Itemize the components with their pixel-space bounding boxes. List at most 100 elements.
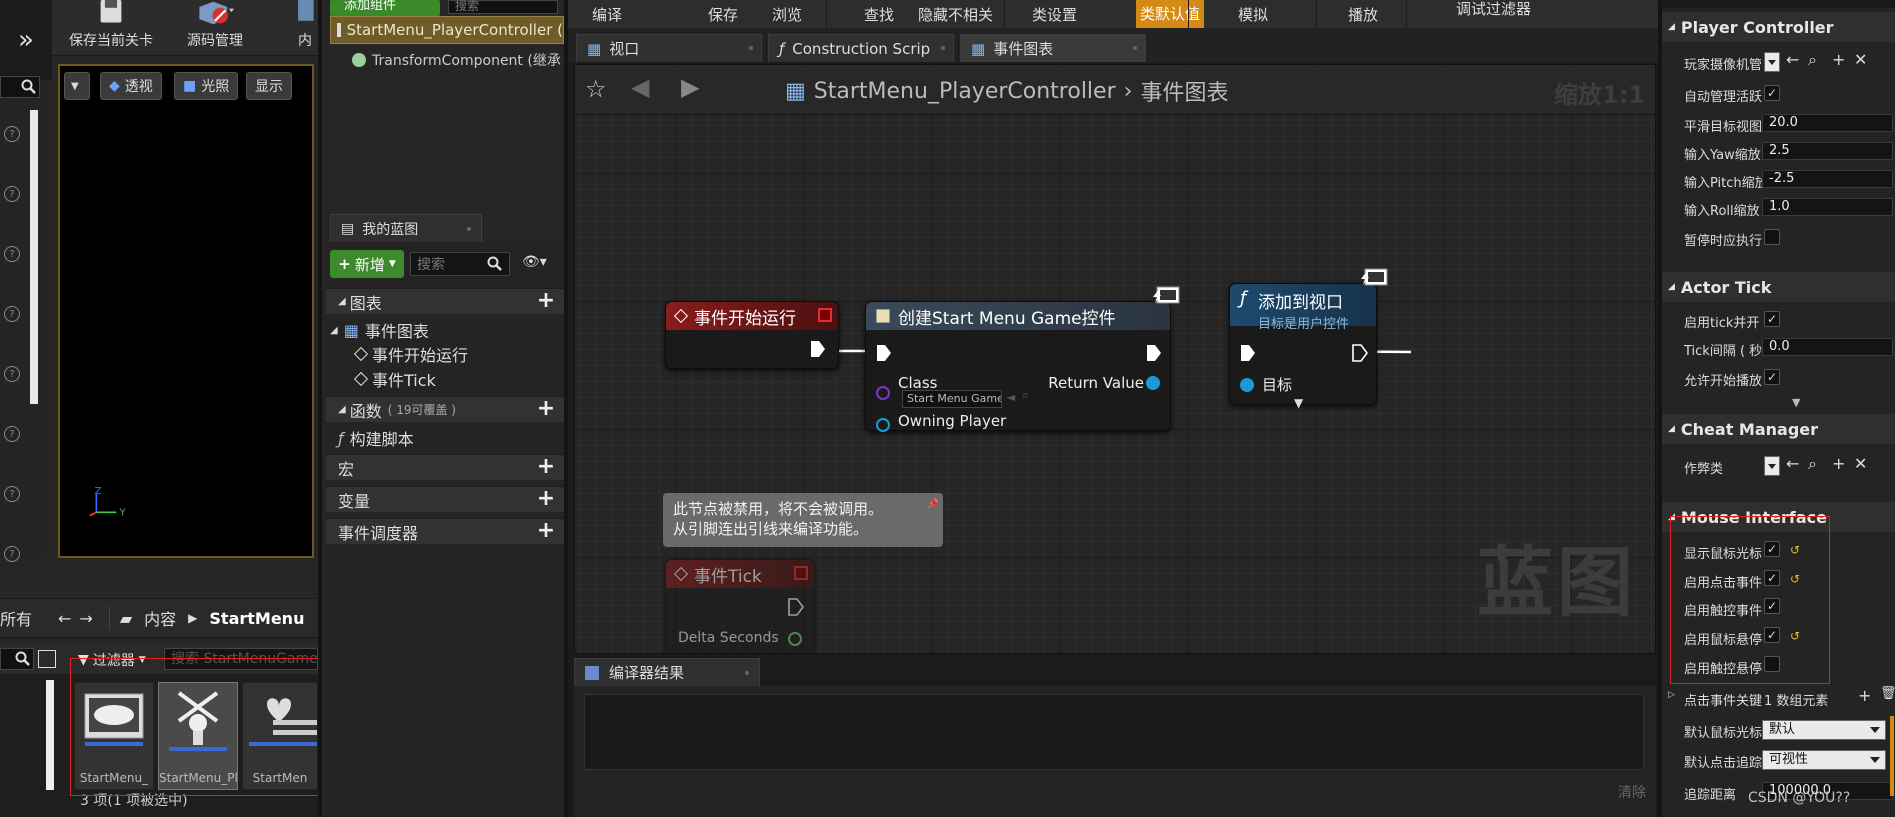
- add-new-button[interactable]: + 新增 ▼: [330, 250, 404, 278]
- node-event-tick[interactable]: 事件Tick Delta Seconds: [665, 559, 815, 653]
- asset-tile-selected[interactable]: StartMenu_Player: [158, 682, 238, 790]
- class-defaults-button[interactable]: 类默认值: [1136, 0, 1205, 28]
- exec-out-pin[interactable]: [1352, 344, 1368, 362]
- expand-pins-icon[interactable]: ▼: [1294, 396, 1303, 410]
- level-viewport[interactable]: ▼ ◆ 透视 ■ 光照 显示 Z Y: [58, 64, 314, 558]
- component-search-input[interactable]: 搜索: [448, 0, 558, 14]
- tree-begin-play[interactable]: 事件开始运行: [353, 342, 468, 366]
- tab-construction-script[interactable]: ƒ Construction Scrip: [768, 34, 954, 62]
- browse-search-icon[interactable]: ⌕: [1808, 454, 1817, 474]
- nav-all[interactable]: 所有: [0, 606, 32, 630]
- enable-touch-over-events-checkbox[interactable]: [1764, 656, 1780, 672]
- cheat-class-dropdown[interactable]: [1764, 456, 1780, 476]
- help-icon[interactable]: ?: [4, 126, 20, 142]
- class-settings-button[interactable]: 类设置: [1032, 4, 1077, 25]
- close-tab-icon[interactable]: [745, 671, 749, 675]
- compile-button[interactable]: 编译: [592, 4, 622, 25]
- asset-tile[interactable]: StartMen: [242, 682, 318, 790]
- add-variable-plus-icon[interactable]: +: [536, 488, 556, 510]
- help-icon[interactable]: ?: [4, 246, 20, 262]
- browse-search-icon[interactable]: ⌕: [1022, 388, 1029, 403]
- add-plus-icon[interactable]: +: [1832, 50, 1845, 69]
- input-roll-scale-field[interactable]: 1.0: [1762, 198, 1893, 216]
- simulate-button[interactable]: 模拟: [1238, 4, 1268, 25]
- add-graph-plus-icon[interactable]: +: [536, 290, 556, 312]
- delta-seconds-pin[interactable]: [788, 632, 802, 646]
- category-macros[interactable]: 宏 +: [326, 454, 564, 480]
- component-child-item[interactable]: TransformComponent (继承: [352, 50, 561, 70]
- help-icon[interactable]: ?: [4, 186, 20, 202]
- help-icon[interactable]: ?: [4, 306, 20, 322]
- enable-touch-events-checkbox[interactable]: ✓: [1764, 598, 1780, 614]
- asset-search-input[interactable]: 搜索 StartMenuGame: [164, 648, 318, 670]
- reset-to-default-icon[interactable]: ↺: [1790, 573, 1800, 585]
- use-selected-arrow-icon[interactable]: ←: [1786, 50, 1799, 69]
- exec-out-pin[interactable]: [810, 340, 826, 358]
- default-mouse-cursor-select[interactable]: 默认: [1762, 720, 1886, 740]
- category-variables[interactable]: 变量 +: [326, 486, 564, 512]
- graph-canvas[interactable]: ☆ ◀ ▶ ▦ StartMenu_PlayerController › 事件图…: [574, 64, 1656, 654]
- close-tab-icon[interactable]: [1133, 46, 1137, 50]
- clear-button[interactable]: 清除: [1618, 782, 1646, 802]
- use-selected-arrow-icon[interactable]: ←: [1786, 454, 1799, 473]
- tick-interval-field[interactable]: 0.0: [1762, 338, 1893, 356]
- clear-x-icon[interactable]: ✕: [1854, 50, 1867, 69]
- add-component-button[interactable]: 添加组件: [330, 0, 440, 16]
- tab-event-graph[interactable]: ▦ 事件图表: [960, 34, 1146, 62]
- forward-arrow-icon[interactable]: ▶: [681, 73, 699, 101]
- allow-tick-before-begin-play-checkbox[interactable]: ✓: [1764, 369, 1780, 385]
- input-yaw-scale-field[interactable]: 2.5: [1762, 142, 1893, 160]
- list-view-icon[interactable]: [38, 650, 56, 668]
- browse-button[interactable]: 浏览: [772, 4, 802, 25]
- close-tab-icon[interactable]: [749, 46, 753, 50]
- tick-when-paused-checkbox[interactable]: [1764, 229, 1780, 245]
- target-pin[interactable]: [1240, 378, 1254, 392]
- smooth-target-view-field[interactable]: 20.0: [1762, 114, 1893, 132]
- back-arrow-icon[interactable]: ◀: [631, 73, 649, 101]
- tree-construction-script[interactable]: ƒ 构建脚本: [338, 426, 414, 450]
- section-cheat-manager[interactable]: ◢ Cheat Manager: [1662, 414, 1895, 444]
- exec-in-pin[interactable]: [1240, 344, 1256, 362]
- advanced-expand-icon[interactable]: ▼: [1792, 396, 1800, 409]
- nav-folder[interactable]: StartMenu: [209, 609, 304, 628]
- breadcrumb-root[interactable]: StartMenu_PlayerController: [814, 79, 1116, 104]
- tab-viewport[interactable]: ▦ 视口: [576, 34, 762, 62]
- compiler-results-tab[interactable]: 编译器结果: [574, 658, 760, 686]
- perspective-button[interactable]: ◆ 透视: [100, 72, 162, 100]
- input-pitch-scale-field[interactable]: -2.5: [1762, 170, 1893, 188]
- section-player-controller[interactable]: ◢ Player Controller: [1662, 12, 1895, 42]
- blueprint-search-input[interactable]: 搜索: [410, 252, 510, 276]
- exec-out-pin[interactable]: [788, 598, 804, 616]
- start-with-tick-checkbox[interactable]: ✓: [1764, 311, 1780, 327]
- add-macro-plus-icon[interactable]: +: [536, 456, 556, 478]
- exec-out-pin[interactable]: [1146, 344, 1162, 362]
- find-button[interactable]: 查找: [864, 4, 894, 25]
- category-graphs[interactable]: ◢ 图表 +: [326, 288, 564, 314]
- pin-icon[interactable]: 📌: [927, 495, 939, 515]
- save-button[interactable]: 保存: [708, 4, 738, 25]
- help-icon[interactable]: ?: [4, 546, 20, 562]
- component-root-item[interactable]: StartMenu_PlayerController (: [330, 16, 564, 44]
- nav-content[interactable]: 内容: [144, 606, 176, 630]
- reset-to-default-icon[interactable]: ↺: [1790, 544, 1800, 556]
- node-create-widget[interactable]: 创建Start Menu Game控件 Class Start Menu Gam…: [865, 301, 1171, 432]
- close-tab-icon[interactable]: [467, 227, 471, 231]
- exec-in-pin[interactable]: [876, 344, 892, 362]
- delete-trash-icon[interactable]: 🗑: [1880, 686, 1895, 701]
- hide-unrelated-button[interactable]: 隐藏不相关: [918, 4, 993, 25]
- section-actor-tick[interactable]: ◢ Actor Tick: [1662, 272, 1895, 302]
- class-pin[interactable]: [876, 386, 890, 400]
- sources-search-input[interactable]: [0, 648, 34, 670]
- clear-x-icon[interactable]: ✕: [1854, 454, 1867, 473]
- view-options-eye-icon[interactable]: 👁▾: [522, 254, 547, 270]
- add-dispatcher-plus-icon[interactable]: +: [536, 520, 556, 542]
- category-functions[interactable]: ◢ 函数 ( 19可覆盖 ) +: [326, 396, 564, 422]
- camera-manager-class-dropdown[interactable]: [1764, 52, 1780, 72]
- save-level-button[interactable]: 保存当前关卡: [56, 0, 166, 56]
- node-event-begin-play[interactable]: 事件开始运行: [665, 301, 839, 369]
- auto-manage-camera-checkbox[interactable]: ✓: [1764, 85, 1780, 101]
- owning-player-pin[interactable]: [876, 418, 890, 432]
- node-add-to-viewport[interactable]: ƒ 添加到视口 目标是用户控件 目标 ▼: [1229, 283, 1377, 410]
- category-event-dispatchers[interactable]: 事件调度器 +: [326, 518, 564, 544]
- expand-toolbar-button[interactable]: »: [0, 0, 52, 80]
